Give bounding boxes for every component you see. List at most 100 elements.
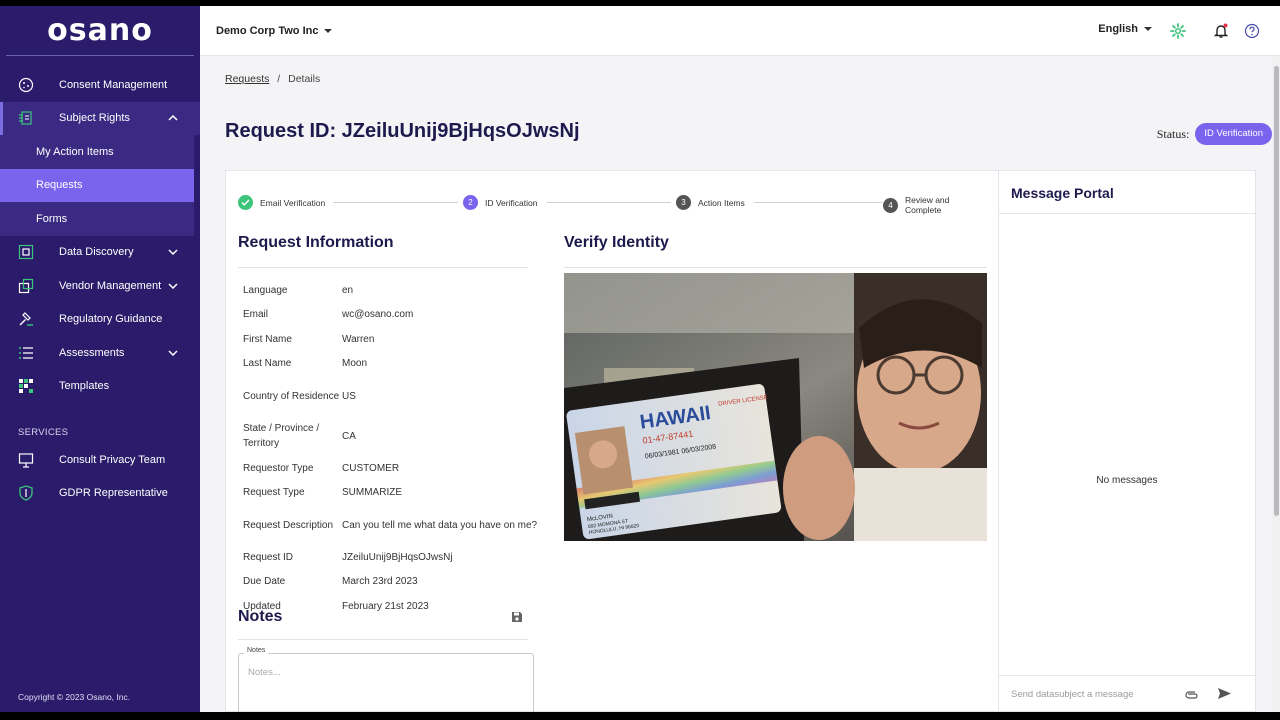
check-icon xyxy=(238,195,253,210)
info-row: First Name Warren xyxy=(243,327,543,352)
sidebar-item-consult-privacy-team[interactable]: Consult Privacy Team xyxy=(0,443,200,477)
info-row: Due Date March 23rd 2023 xyxy=(243,570,543,595)
sidebar-subitem-forms[interactable]: Forms xyxy=(0,202,194,236)
divider xyxy=(564,267,987,268)
info-label: Request ID xyxy=(243,551,294,563)
info-row: Request Type SUMMARIZE xyxy=(243,481,543,506)
shield-icon xyxy=(18,485,34,501)
info-label: First Name xyxy=(243,333,292,345)
services-heading: SERVICES xyxy=(18,426,69,438)
info-label: Due Date xyxy=(243,576,286,588)
info-label: Email xyxy=(243,309,269,321)
chevron-down-icon xyxy=(168,246,178,258)
request-information-heading: Request Information xyxy=(238,234,394,251)
scrollbar[interactable] xyxy=(1272,56,1280,712)
sidebar-item-label: Assessments xyxy=(59,346,125,359)
step-number: 2 xyxy=(463,195,478,210)
breadcrumb: Requests / Details xyxy=(225,73,320,85)
status-label: Status: xyxy=(1156,126,1190,141)
step-review-and-complete: 4 Review and Complete xyxy=(883,195,988,215)
scrollbar-thumb[interactable] xyxy=(1274,66,1279,516)
step-number: 4 xyxy=(883,197,898,213)
info-value: en xyxy=(342,284,354,296)
settings-icon[interactable] xyxy=(1169,22,1187,40)
sidebar-item-subject-rights[interactable]: Subject Rights xyxy=(0,101,200,135)
notes-field-label: Notes xyxy=(244,647,269,654)
message-portal: Message Portal No messages Send datasubj… xyxy=(998,170,1256,712)
sidebar-item-data-discovery[interactable]: Data Discovery xyxy=(0,236,200,270)
vendor-icon xyxy=(18,278,34,294)
chevron-down-icon xyxy=(168,280,178,292)
info-value: wc@osano.com xyxy=(342,309,414,321)
page-title: Request ID: JZeiluUnij9BjHqsOJwsNj xyxy=(225,120,580,142)
topbar: Demo Corp Two Inc English xyxy=(200,6,1280,56)
sidebar-item-regulatory-guidance[interactable]: Regulatory Guidance xyxy=(0,303,200,337)
info-row: State / Province / Territory CA xyxy=(243,416,543,456)
sidebar-item-label: Data Discovery xyxy=(59,246,134,259)
sidebar-item-label: Subject Rights xyxy=(59,112,130,125)
breadcrumb-separator: / xyxy=(277,73,281,85)
message-input[interactable]: Send datasubject a message xyxy=(1011,689,1134,700)
step-connector xyxy=(754,202,882,203)
grid-icon xyxy=(18,378,34,394)
status-badge: ID Verification xyxy=(1195,123,1272,145)
sidebar-item-label: Templates xyxy=(59,380,110,393)
osano-logo[interactable]: osano xyxy=(6,6,194,56)
attachment-icon[interactable] xyxy=(1185,687,1199,706)
info-value: March 23rd 2023 xyxy=(342,576,418,588)
caret-down-icon xyxy=(324,28,333,33)
info-row: Last Name Moon xyxy=(243,352,543,377)
notes-textarea[interactable] xyxy=(238,653,534,712)
sidebar-item-assessments[interactable]: Assessments xyxy=(0,336,200,370)
info-value: CUSTOMER xyxy=(342,462,400,474)
step-connector xyxy=(547,202,671,203)
info-value: CA xyxy=(342,430,356,442)
step-email-verification: Email Verification xyxy=(238,195,325,210)
info-row: Requestor Type CUSTOMER xyxy=(243,456,543,481)
info-label: Request Description xyxy=(243,519,334,531)
status-display: Status: ID Verification xyxy=(1157,123,1272,145)
caret-down-icon xyxy=(1144,27,1152,31)
sidebar-item-templates[interactable]: Templates xyxy=(0,370,200,404)
info-row: Updated February 21st 2023 xyxy=(243,594,543,619)
info-row: Country of Residence US xyxy=(243,376,543,416)
empty-messages-text: No messages xyxy=(1096,475,1158,486)
language-selector[interactable]: English xyxy=(1098,23,1152,35)
save-icon[interactable] xyxy=(511,610,523,622)
info-value: Warren xyxy=(342,333,375,345)
progress-stepper: Email Verification 2 ID Verification 3 A… xyxy=(238,195,988,215)
send-icon[interactable] xyxy=(1217,686,1232,706)
sidebar-subitem-requests[interactable]: Requests xyxy=(0,168,194,202)
request-details-card: Email Verification 2 ID Verification 3 A… xyxy=(225,170,999,712)
organization-selector[interactable]: Demo Corp Two Inc xyxy=(216,25,333,37)
sidebar-item-label: Vendor Management xyxy=(59,279,162,292)
step-connector xyxy=(333,202,458,203)
sidebar-item-consent-management[interactable]: Consent Management xyxy=(0,68,200,102)
sidebar-subitem-my-action-items[interactable]: My Action Items xyxy=(0,135,194,169)
divider xyxy=(999,675,1255,676)
verify-identity-heading: Verify Identity xyxy=(564,234,669,251)
info-row: Email wc@osano.com xyxy=(243,303,543,328)
notification-bell-icon[interactable] xyxy=(1212,22,1230,40)
cookie-icon xyxy=(18,77,34,93)
info-label: Request Type xyxy=(243,487,305,499)
id-verification-photo[interactable]: HAWAII DRIVER LICENSE 01-47-87441 06/03/… xyxy=(564,273,987,541)
info-value: Can you tell me what data you have on me… xyxy=(342,519,538,531)
info-label: Country of Residence xyxy=(243,390,340,402)
sidebar-item-label: Consult Privacy Team xyxy=(59,453,166,466)
sidebar: osano Consent Management Subject Rights … xyxy=(0,6,200,712)
info-value: Moon xyxy=(342,358,368,370)
sidebar-item-gdpr-representative[interactable]: GDPR Representative xyxy=(0,477,200,511)
help-icon[interactable] xyxy=(1243,22,1261,40)
breadcrumb-current: Details xyxy=(288,73,321,85)
sidebar-item-vendor-management[interactable]: Vendor Management xyxy=(0,269,200,303)
notes-placeholder: Notes... xyxy=(248,667,281,678)
main-content: Requests / Details Request ID: JZeiluUni… xyxy=(200,56,1272,712)
sidebar-item-label: GDPR Representative xyxy=(59,487,168,500)
sidebar-nav: Consent Management Subject Rights My Act… xyxy=(0,68,200,510)
divider xyxy=(238,267,528,268)
breadcrumb-requests-link[interactable]: Requests xyxy=(225,73,269,85)
info-label: Language xyxy=(243,284,288,296)
data-discovery-icon xyxy=(18,244,34,260)
divider xyxy=(999,213,1255,214)
